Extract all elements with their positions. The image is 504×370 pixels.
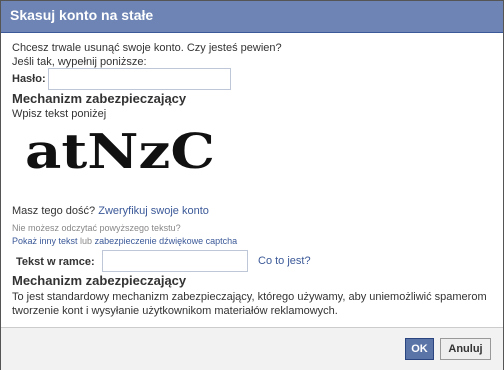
what-is-this-link[interactable]: Co to jest?	[258, 255, 311, 267]
dialog-title: Skasuj konto na stałe	[10, 7, 154, 23]
captcha-help-links: Pokaż inny tekst lub zabezpieczenie dźwi…	[12, 236, 237, 246]
delete-account-dialog: Skasuj konto na stałe Chcesz trwale usun…	[0, 0, 504, 370]
dialog-footer: OK Anuluj	[1, 327, 503, 370]
show-other-text-link[interactable]: Pokaż inny tekst	[12, 236, 78, 246]
dialog-title-bar: Skasuj konto na stałe	[1, 1, 503, 33]
captcha-help-or: lub	[80, 236, 93, 246]
captcha-image: atNzC	[25, 128, 215, 176]
verify-prefix: Masz tego dość?	[12, 205, 96, 217]
intro-text-line1: Chcesz trwale usunąć swoje konto. Czy je…	[12, 42, 282, 54]
intro-text-line2: Jeśli tak, wypełnij poniższe:	[12, 56, 147, 68]
security-heading: Mechanizm zabezpieczający	[12, 91, 187, 106]
captcha-answer-label: Tekst w ramce:	[16, 256, 95, 268]
captcha-answer-field[interactable]	[102, 250, 248, 272]
ok-button[interactable]: OK	[405, 338, 434, 360]
verify-account-link[interactable]: Zweryfikuj swoje konto	[98, 205, 209, 217]
verify-account-row: Masz tego dość? Zweryfikuj swoje konto	[12, 205, 209, 217]
password-label: Hasło:	[12, 73, 46, 85]
cancel-button[interactable]: Anuluj	[440, 338, 491, 360]
explanation-line1: To jest standardowy mechanizm zabezpiecz…	[12, 291, 487, 303]
password-field[interactable]	[48, 68, 231, 90]
explanation-line2: tworzenie kont i wysyłanie użytkownikom …	[12, 305, 338, 317]
captcha-help-question: Nie możesz odczytać powyższego tekstu?	[12, 223, 181, 233]
audio-captcha-link[interactable]: zabezpieczenie dźwiękowe captcha	[95, 236, 238, 246]
explanation-heading: Mechanizm zabezpieczający	[12, 273, 187, 288]
captcha-instruction: Wpisz tekst poniżej	[12, 108, 107, 120]
captcha-text: atNzC	[25, 128, 215, 176]
